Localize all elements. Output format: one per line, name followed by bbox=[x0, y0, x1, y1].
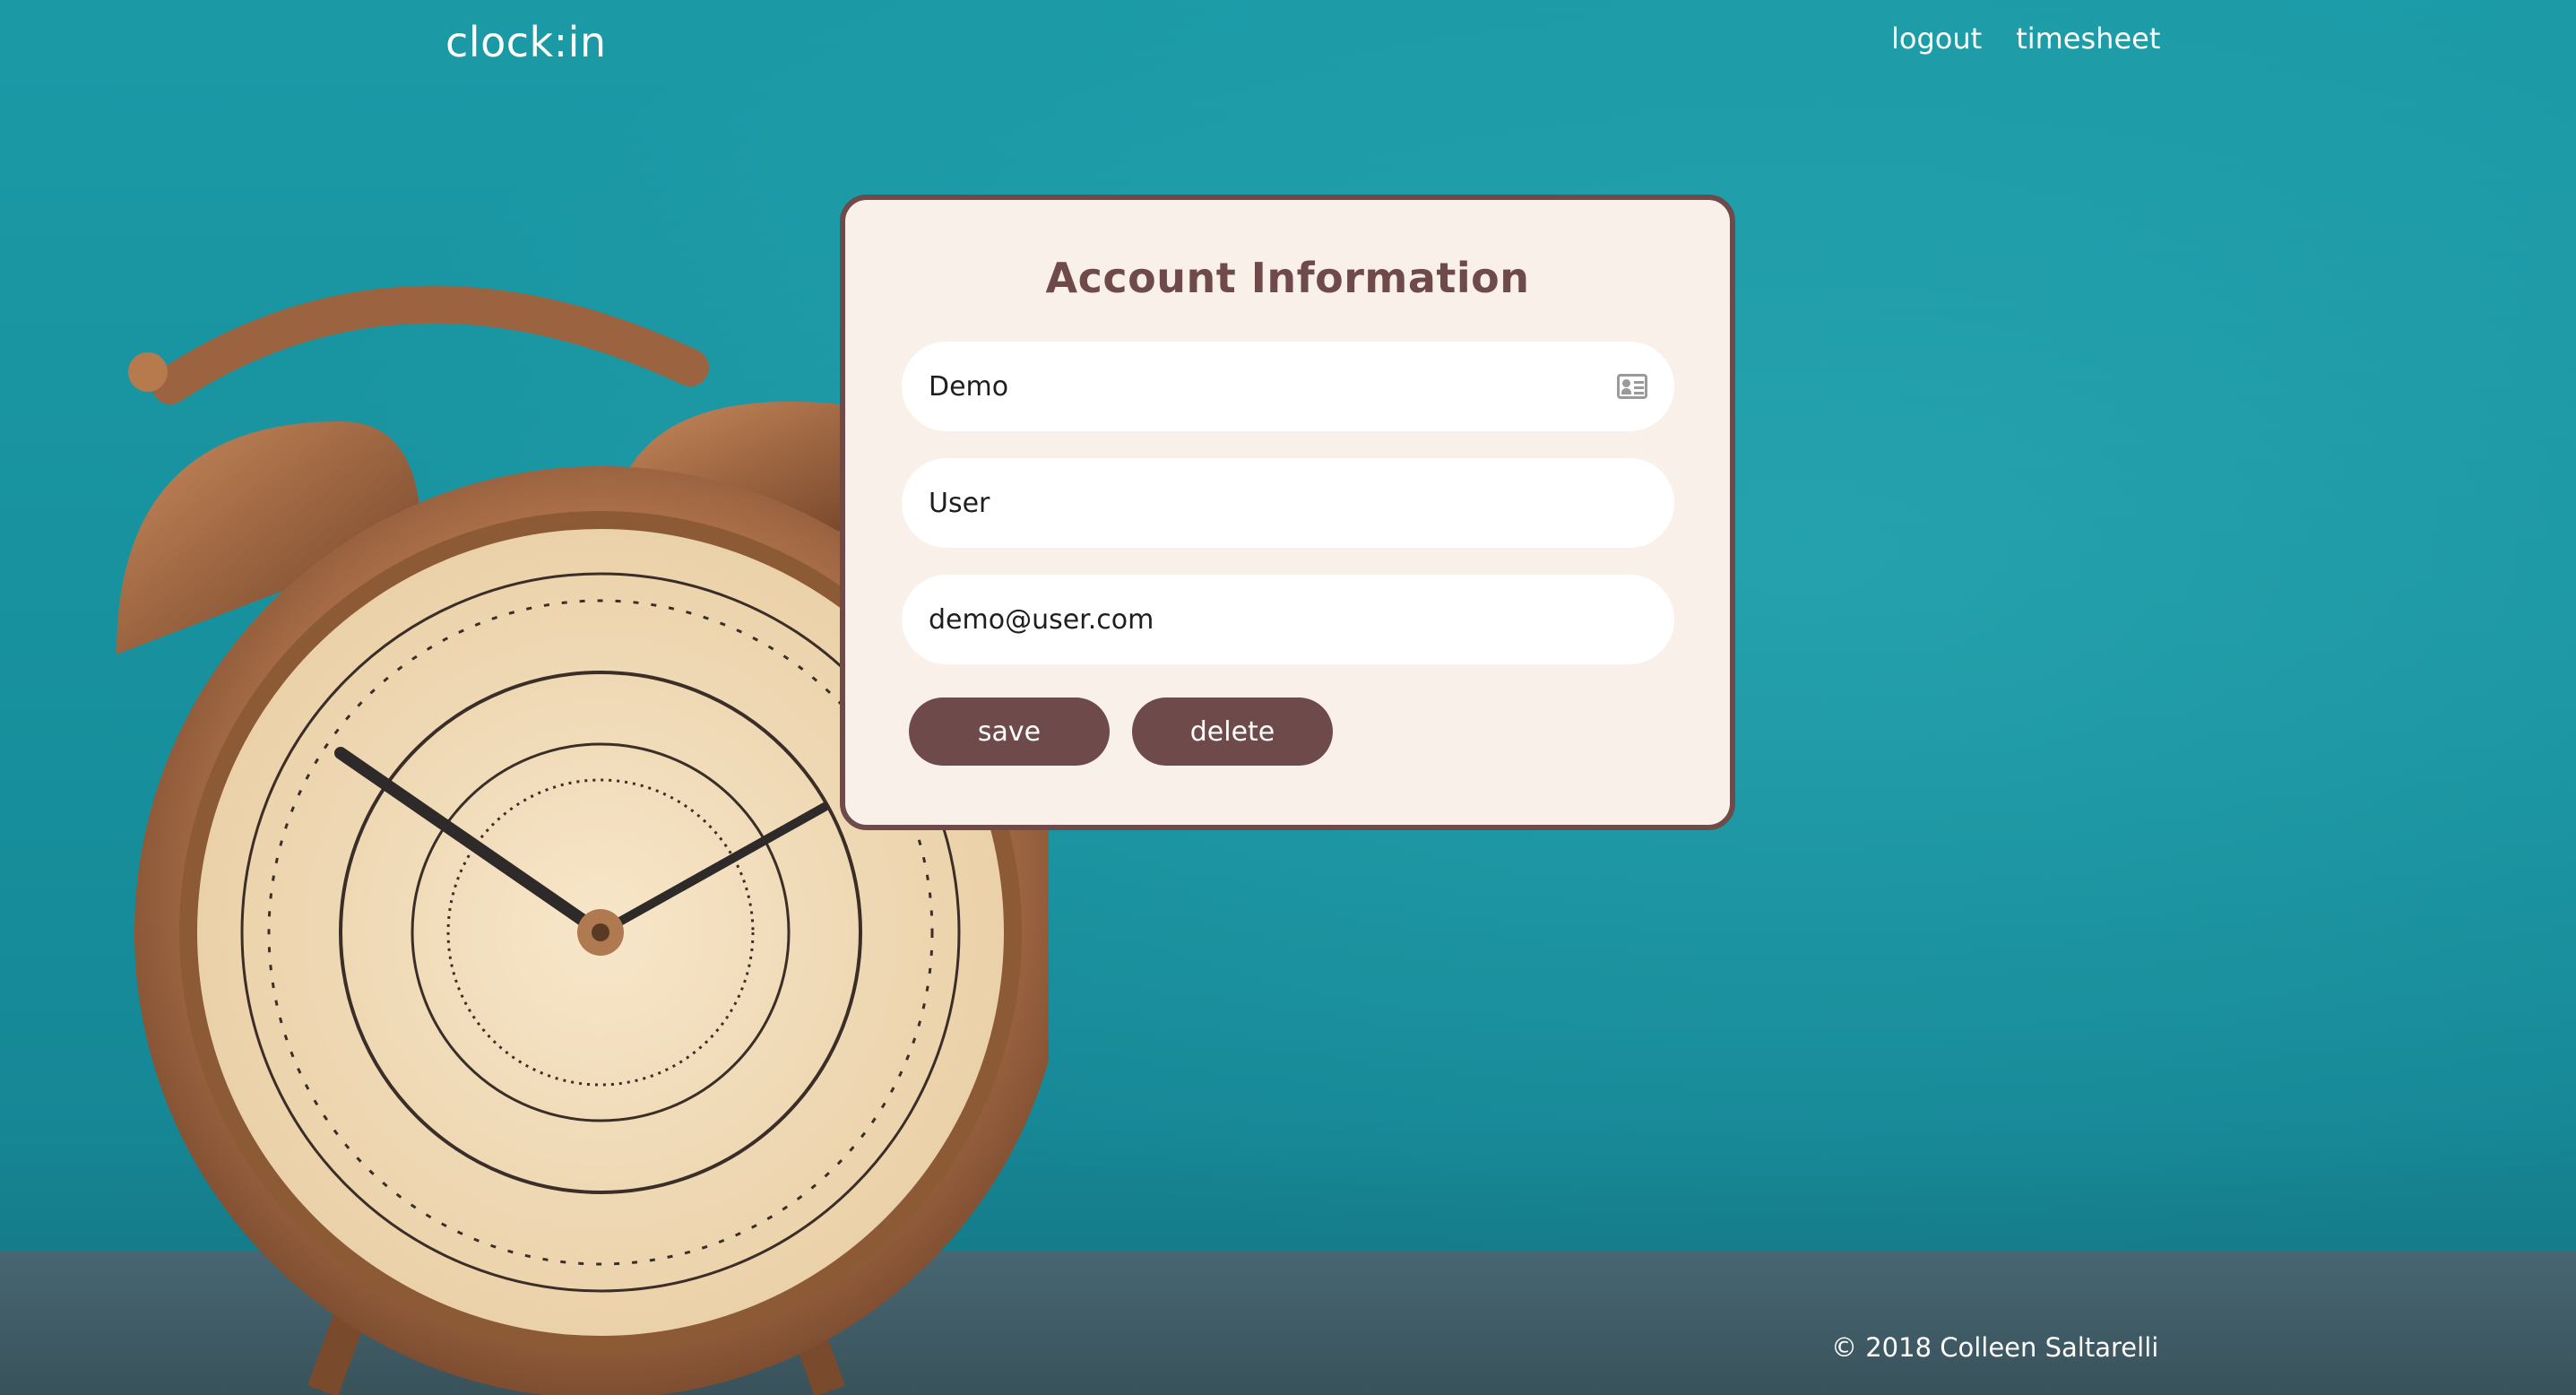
card-title: Account Information bbox=[1045, 254, 1530, 302]
nav-logout-link[interactable]: logout bbox=[1891, 22, 1982, 56]
last-name-field[interactable] bbox=[902, 458, 1674, 548]
account-info-card: Account Information save delete bbox=[840, 195, 1735, 830]
email-field[interactable] bbox=[902, 575, 1674, 664]
brand-logo[interactable]: clock:in bbox=[445, 18, 607, 66]
top-nav: logout timesheet bbox=[1891, 22, 2160, 56]
contact-card-icon[interactable] bbox=[1617, 374, 1647, 399]
last-name-input[interactable] bbox=[929, 487, 1647, 519]
nav-timesheet-link[interactable]: timesheet bbox=[2016, 22, 2160, 56]
delete-button[interactable]: delete bbox=[1132, 698, 1333, 766]
save-button[interactable]: save bbox=[909, 698, 1110, 766]
first-name-field[interactable] bbox=[902, 342, 1674, 431]
email-input[interactable] bbox=[929, 603, 1647, 636]
footer-copyright: © 2018 Colleen Saltarelli bbox=[1831, 1332, 2159, 1363]
first-name-input[interactable] bbox=[929, 370, 1617, 403]
